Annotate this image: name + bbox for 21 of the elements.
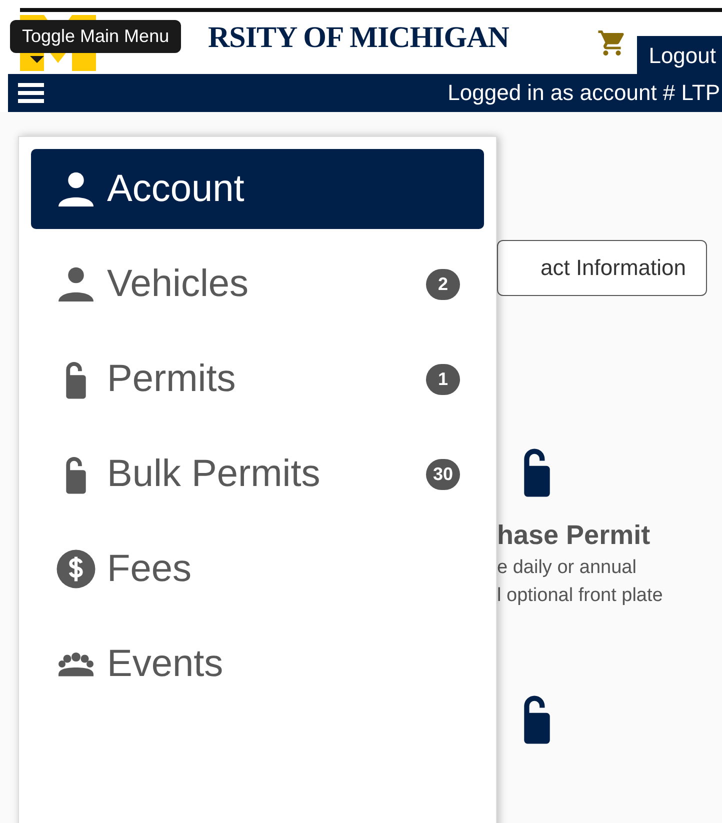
menu-item[interactable]: Account bbox=[31, 149, 484, 229]
card-text: e daily or annual bbox=[497, 557, 638, 579]
menu-item[interactable]: Vehicles 2 bbox=[31, 244, 484, 324]
count-badge: 30 bbox=[426, 458, 460, 490]
menu-item[interactable]: Permits 1 bbox=[31, 339, 484, 419]
count-badge: 2 bbox=[426, 268, 460, 300]
menu-icon[interactable] bbox=[18, 81, 44, 105]
dollar-icon bbox=[55, 548, 97, 590]
tooltip: Toggle Main Menu bbox=[10, 20, 182, 53]
menu-item[interactable]: Events bbox=[31, 624, 484, 704]
count-badge: 1 bbox=[426, 364, 460, 394]
menu-item[interactable]: Bulk Permits 30 bbox=[31, 434, 484, 514]
menu-item[interactable]: Fees bbox=[31, 529, 484, 609]
site-title: RSITY OF MICHIGAN bbox=[208, 21, 509, 55]
logout-button[interactable]: Logout bbox=[636, 36, 722, 76]
account-status: Logged in as account # LTP bbox=[448, 80, 721, 106]
cart-icon[interactable] bbox=[596, 28, 627, 58]
tooltip-pointer-icon bbox=[30, 56, 44, 63]
card-title: hase Permit bbox=[497, 520, 652, 551]
contact-button[interactable]: act Information bbox=[497, 240, 707, 296]
card-text: l optional front plate bbox=[497, 585, 664, 607]
